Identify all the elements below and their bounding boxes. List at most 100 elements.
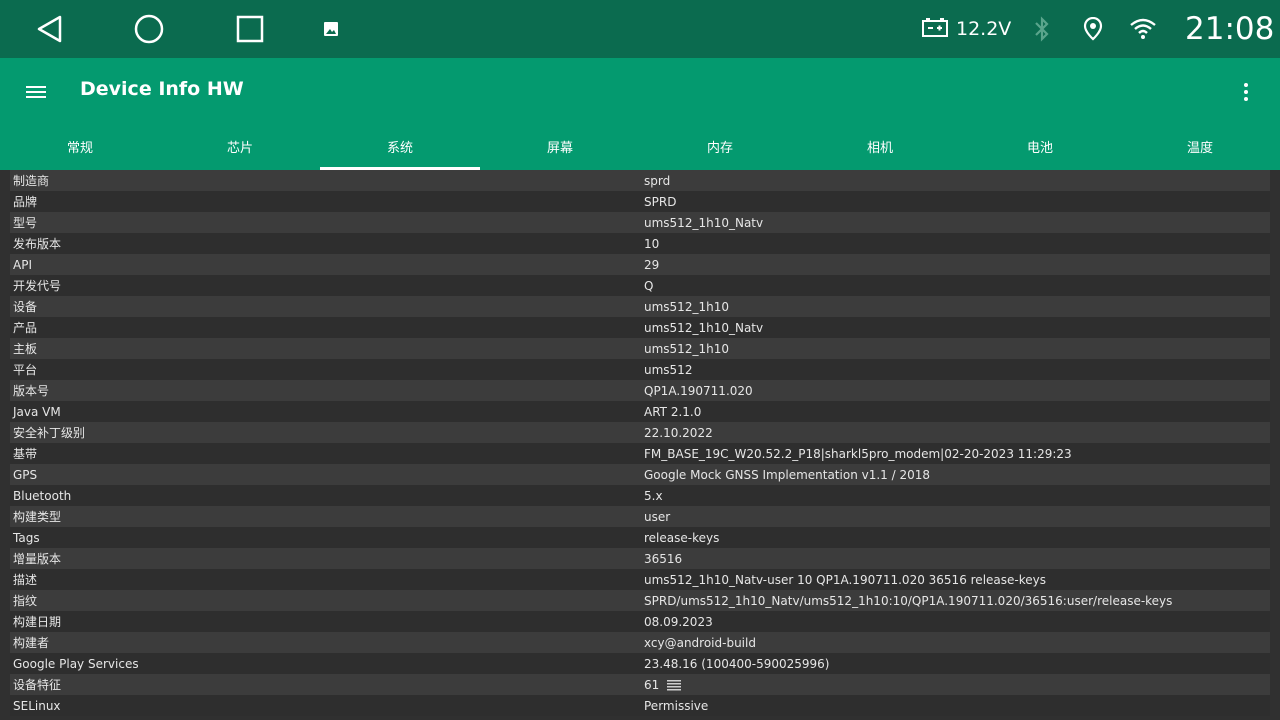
item-value: ums512_1h10_Natv-user 10 QP1A.190711.020… bbox=[644, 572, 1046, 587]
item-label: Tags bbox=[13, 530, 40, 545]
item-label: Bluetooth bbox=[13, 488, 72, 503]
item-value: 61 bbox=[644, 677, 660, 692]
list-item: SELinux Permissive bbox=[10, 695, 1270, 716]
item-label: 制造商 bbox=[13, 174, 50, 188]
item-value: SPRD/ums512_1h10_Natv/ums512_1h10:10/QP1… bbox=[644, 593, 1173, 608]
item-value: Q bbox=[644, 278, 654, 293]
image-icon bbox=[311, 9, 351, 49]
item-label: 平台 bbox=[13, 363, 38, 377]
item-label: 指纹 bbox=[13, 594, 38, 608]
item-label: 设备 bbox=[13, 300, 38, 314]
list-item: 版本号 QP1A.190711.020 bbox=[10, 380, 1270, 401]
list-item: 指纹 SPRD/ums512_1h10_Natv/ums512_1h10:10/Q… bbox=[10, 590, 1270, 611]
tab-chip[interactable]: 芯片 bbox=[160, 122, 320, 170]
item-label: 构建者 bbox=[13, 636, 50, 650]
list-item-features[interactable]: 设备特征 61 bbox=[10, 674, 1270, 695]
recents-icon[interactable] bbox=[230, 9, 270, 49]
list-item: 品牌 SPRD bbox=[10, 191, 1270, 212]
item-value: 29 bbox=[644, 257, 660, 272]
list-item: 平台 ums512 bbox=[10, 359, 1270, 380]
item-value: 10 bbox=[644, 236, 660, 251]
item-label: 型号 bbox=[13, 216, 38, 230]
app-bar: Device Info HW 常规 芯片 系统 屏幕 内存 相机 电池 温度 bbox=[0, 58, 1280, 170]
item-value: user bbox=[644, 509, 671, 524]
clock: 21:08 bbox=[1185, 11, 1275, 47]
tab-bar: 常规 芯片 系统 屏幕 内存 相机 电池 温度 bbox=[0, 122, 1280, 170]
item-label: 构建日期 bbox=[13, 615, 62, 629]
item-label: 品牌 bbox=[13, 195, 38, 209]
wifi-icon bbox=[1129, 0, 1157, 58]
tab-memory[interactable]: 内存 bbox=[640, 122, 800, 170]
bluetooth-icon bbox=[1032, 0, 1052, 58]
location-icon bbox=[1083, 0, 1103, 58]
item-value: ums512_1h10_Natv bbox=[644, 215, 764, 230]
item-value: ART 2.1.0 bbox=[644, 404, 702, 419]
list-item: 设备 ums512_1h10 bbox=[10, 296, 1270, 317]
item-label: 版本号 bbox=[13, 384, 50, 398]
menu-icon[interactable] bbox=[16, 72, 56, 112]
item-label: API bbox=[13, 257, 32, 272]
list-item: Bluetooth 5.x bbox=[10, 485, 1270, 506]
list-item: 构建类型 user bbox=[10, 506, 1270, 527]
item-label: 构建类型 bbox=[13, 510, 62, 524]
list-item: API 29 bbox=[10, 254, 1270, 275]
back-icon[interactable] bbox=[30, 9, 70, 49]
voltage-text: 12.2V bbox=[956, 18, 1012, 40]
tab-screen[interactable]: 屏幕 bbox=[480, 122, 640, 170]
item-value: 23.48.16 (100400-590025996) bbox=[644, 656, 830, 671]
list-item: 型号 ums512_1h10_Natv bbox=[10, 212, 1270, 233]
list-item: 安全补丁级别 22.10.2022 bbox=[10, 422, 1270, 443]
item-value: ums512_1h10_Natv bbox=[644, 320, 764, 335]
item-label: 发布版本 bbox=[13, 237, 62, 251]
item-value: Permissive bbox=[644, 698, 709, 713]
list-icon[interactable] bbox=[667, 679, 682, 691]
item-label: 基带 bbox=[13, 447, 38, 461]
battery-icon bbox=[922, 17, 948, 41]
item-value: QP1A.190711.020 bbox=[644, 383, 753, 398]
item-value-container: 61 bbox=[644, 678, 1270, 692]
item-value: 22.10.2022 bbox=[644, 425, 713, 440]
list-item: Google Play Services 23.48.16 (100400-590… bbox=[10, 653, 1270, 674]
tab-general[interactable]: 常规 bbox=[0, 122, 160, 170]
system-info-list[interactable]: 制造商 sprd 品牌 SPRD 型号 ums512_1h10_Natv 发布版本 10… bbox=[10, 170, 1270, 720]
item-value: ums512_1h10 bbox=[644, 341, 729, 356]
item-label: Google Play Services bbox=[13, 656, 139, 671]
item-label: 增量版本 bbox=[13, 552, 62, 566]
home-icon[interactable] bbox=[129, 9, 169, 49]
item-value: release-keys bbox=[644, 530, 720, 545]
item-value: xcy@android-build bbox=[644, 635, 756, 650]
scroll-track bbox=[1270, 170, 1280, 720]
item-value: sprd bbox=[644, 173, 671, 188]
item-label: 产品 bbox=[13, 321, 38, 335]
list-item: Tags release-keys bbox=[10, 527, 1270, 548]
item-value: ums512 bbox=[644, 362, 693, 377]
item-label: 描述 bbox=[13, 573, 38, 587]
tab-battery[interactable]: 电池 bbox=[960, 122, 1120, 170]
more-options-icon[interactable] bbox=[1226, 72, 1266, 112]
item-label: GPS bbox=[13, 467, 38, 482]
list-item: 基带 FM_BASE_19C_W20.52.2_P18|sharkl5pro_mo… bbox=[10, 443, 1270, 464]
list-item: 主板 ums512_1h10 bbox=[10, 338, 1270, 359]
list-item: 开发代号 Q bbox=[10, 275, 1270, 296]
list-item: Java VM ART 2.1.0 bbox=[10, 401, 1270, 422]
item-label: 设备特征 bbox=[13, 678, 62, 692]
item-label: SELinux bbox=[13, 698, 61, 713]
list-item: 制造商 sprd bbox=[10, 170, 1270, 191]
list-item: 产品 ums512_1h10_Natv bbox=[10, 317, 1270, 338]
tab-system[interactable]: 系统 bbox=[320, 122, 480, 170]
tab-temperature[interactable]: 温度 bbox=[1120, 122, 1280, 170]
item-value: FM_BASE_19C_W20.52.2_P18|sharkl5pro_mode… bbox=[644, 446, 1072, 461]
item-value: 08.09.2023 bbox=[644, 614, 713, 629]
list-item: 增量版本 36516 bbox=[10, 548, 1270, 569]
list-item: GPS Google Mock GNSS Implementation v1.1 … bbox=[10, 464, 1270, 485]
item-label: 安全补丁级别 bbox=[13, 426, 86, 440]
list-item: 构建者 xcy@android-build bbox=[10, 632, 1270, 653]
item-label: 开发代号 bbox=[13, 279, 62, 293]
list-item: 发布版本 10 bbox=[10, 233, 1270, 254]
item-label: Java VM bbox=[13, 404, 61, 419]
tab-camera[interactable]: 相机 bbox=[800, 122, 960, 170]
page-title: Device Info HW bbox=[80, 78, 244, 100]
item-value: 5.x bbox=[644, 488, 663, 503]
item-value: SPRD bbox=[644, 194, 677, 209]
list-item: 构建日期 08.09.2023 bbox=[10, 611, 1270, 632]
